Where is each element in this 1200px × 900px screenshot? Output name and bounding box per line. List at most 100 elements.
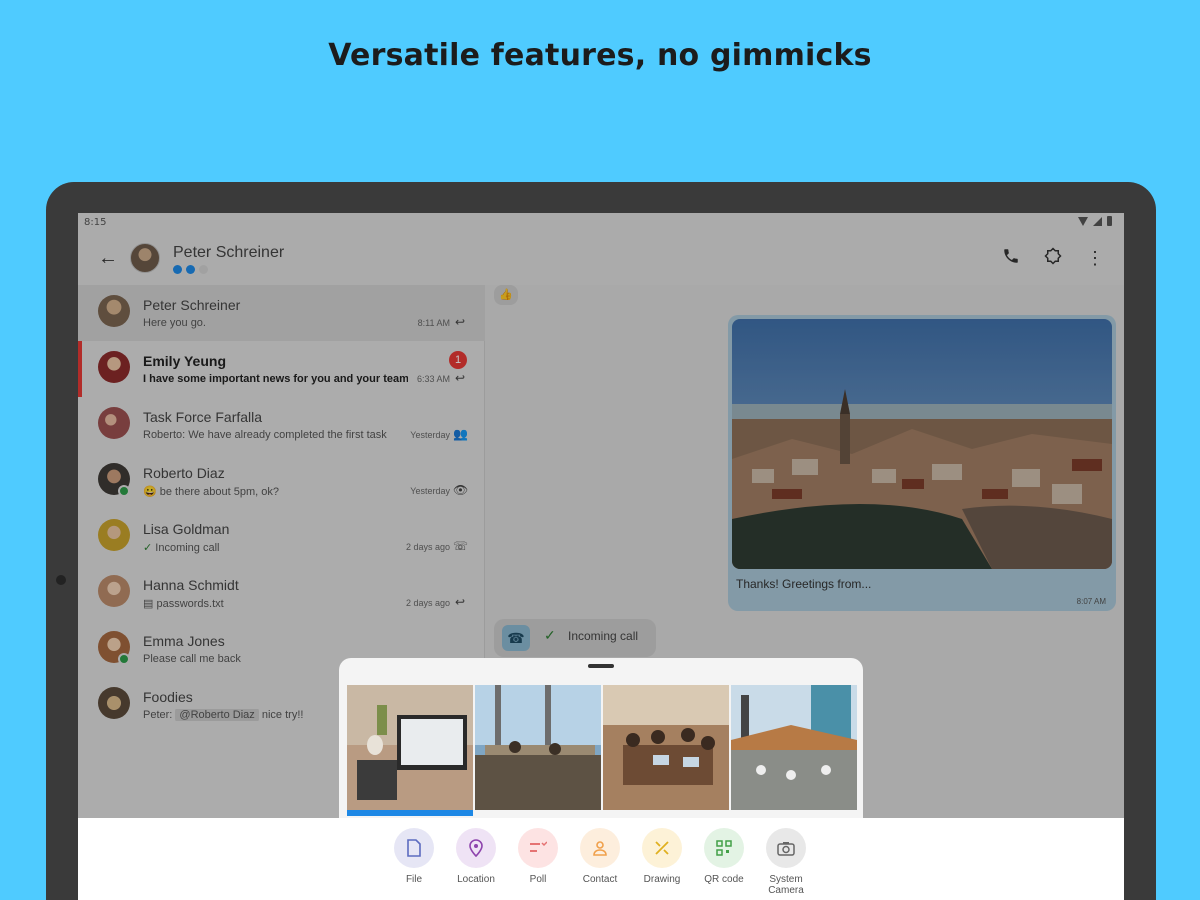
conversation-name: Lisa Goldman xyxy=(143,521,230,537)
list-item[interactable]: Task Force Farfalla Roberto: We have alr… xyxy=(78,397,485,453)
security-badge-icon[interactable] xyxy=(1042,247,1064,269)
conversation-time: Yesterday xyxy=(410,486,450,496)
drag-handle[interactable] xyxy=(588,664,614,668)
image-caption: Thanks! Greetings from... xyxy=(736,577,872,591)
status-bar: 8:15 xyxy=(78,213,1124,233)
emoji-icon: 😀 xyxy=(143,486,157,498)
attach-poll-button[interactable]: Poll xyxy=(507,828,569,885)
avatar[interactable] xyxy=(130,243,160,273)
conversation-name: Emma Jones xyxy=(143,633,225,649)
status-time: 8:15 xyxy=(84,217,107,228)
app-bar: ← Peter Schreiner ⋮ xyxy=(78,233,1124,285)
conversation-snippet: ✓ Incoming call xyxy=(143,541,219,554)
snippet-sender: Peter: xyxy=(143,709,173,721)
conversation-name: Peter Schreiner xyxy=(143,297,241,313)
message-time: 8:07 AM xyxy=(1076,597,1106,606)
mention-chip: @Roberto Diaz xyxy=(175,709,259,721)
group-icon: 👥 xyxy=(453,427,468,441)
drawing-icon[interactable] xyxy=(642,828,682,868)
verification-dot xyxy=(199,265,208,274)
avatar xyxy=(98,519,130,551)
qr-code-icon[interactable] xyxy=(704,828,744,868)
gallery-thumbnail[interactable] xyxy=(475,685,601,810)
battery-icon xyxy=(1107,216,1112,226)
conversation-snippet: Here you go. xyxy=(143,317,206,329)
unread-badge: 1 xyxy=(449,351,467,369)
attach-label: Contact xyxy=(582,874,618,885)
call-status-icon xyxy=(118,485,130,497)
conversation-time: 2 days ago xyxy=(405,542,450,552)
avatar xyxy=(98,575,130,607)
headline: Versatile features, no gimmicks xyxy=(328,38,872,73)
list-item[interactable]: Lisa Goldman ✓ Incoming call 2 days ago … xyxy=(78,509,485,565)
conversation-snippet: Roberto: We have already completed the f… xyxy=(143,429,387,441)
reply-icon: ↩ xyxy=(454,315,466,329)
call-status-icon xyxy=(118,653,130,665)
unread-indicator xyxy=(78,341,82,397)
arrow-back-icon[interactable]: ← xyxy=(98,248,118,268)
snippet-text: passwords.txt xyxy=(156,598,224,610)
verification-dot xyxy=(186,265,195,274)
file-icon[interactable] xyxy=(394,828,434,868)
list-item[interactable]: Peter Schreiner Here you go. 8:11 AM ↩ xyxy=(78,285,485,341)
conversation-name: Hanna Schmidt xyxy=(143,577,239,593)
attach-location-button[interactable]: Location xyxy=(445,828,507,885)
avatar xyxy=(98,687,130,719)
conversation-snippet: 😀 be there about 5pm, ok? xyxy=(143,485,279,498)
attach-file-button[interactable]: File xyxy=(383,828,445,885)
attach-label: Location xyxy=(457,874,495,885)
check-icon: ✓ xyxy=(143,542,153,554)
list-item[interactable]: Emily Yeung I have some important news f… xyxy=(78,341,485,397)
gallery-thumbnail[interactable] xyxy=(603,685,729,810)
conversation-name: Foodies xyxy=(143,689,193,705)
location-pin-icon[interactable] xyxy=(456,828,496,868)
gallery-thumbnail[interactable] xyxy=(347,685,473,810)
conversation-snippet: I have some important news for you and y… xyxy=(143,373,408,385)
snippet-text: be there about 5pm, ok? xyxy=(159,486,280,498)
contact-name[interactable]: Peter Schreiner xyxy=(173,244,284,262)
wifi-icon xyxy=(1078,216,1088,226)
reply-icon: ↩ xyxy=(454,595,466,609)
poll-icon[interactable] xyxy=(518,828,558,868)
camera-icon[interactable] xyxy=(766,828,806,868)
avatar xyxy=(98,407,130,439)
image-message[interactable]: Thanks! Greetings from... 8:07 AM xyxy=(728,315,1116,611)
attach-label: Poll xyxy=(529,874,547,885)
gallery-thumbnail[interactable] xyxy=(731,685,857,810)
conversation-name: Task Force Farfalla xyxy=(143,409,263,425)
more-vert-icon[interactable]: ⋮ xyxy=(1084,247,1106,269)
avatar xyxy=(98,351,130,383)
conversation-name: Emily Yeung xyxy=(143,353,226,369)
snippet-text: nice try!! xyxy=(261,709,304,721)
phone-call-icon[interactable] xyxy=(1000,247,1022,269)
reply-icon: ↩ xyxy=(454,371,466,385)
verification-dot xyxy=(173,265,182,274)
call-message[interactable]: ☎ ✓ Incoming call xyxy=(494,619,656,657)
contact-icon[interactable] xyxy=(580,828,620,868)
snippet-text: Incoming call xyxy=(155,542,220,554)
conversation-name: Roberto Diaz xyxy=(143,465,225,481)
selection-indicator xyxy=(347,810,473,816)
attach-label: Drawing xyxy=(643,874,681,885)
media-picker-sheet xyxy=(339,658,863,828)
attach-label: QR code xyxy=(704,874,744,885)
call-text: Incoming call xyxy=(568,629,639,643)
attach-camera-button[interactable]: System Camera xyxy=(755,828,817,896)
camera-dot xyxy=(56,575,66,585)
list-item[interactable]: Hanna Schmidt ▤ passwords.txt 2 days ago… xyxy=(78,565,485,621)
verification-level xyxy=(173,265,208,274)
conversation-time: 2 days ago xyxy=(405,598,450,608)
attach-qr-button[interactable]: QR code xyxy=(693,828,755,885)
city-photo[interactable] xyxy=(732,319,1112,569)
reaction-bubble[interactable]: 👍 xyxy=(494,285,518,305)
attach-contact-button[interactable]: Contact xyxy=(569,828,631,885)
signal-icon xyxy=(1093,216,1102,226)
check-icon: ✓ xyxy=(544,627,556,643)
eye-icon: 👁 xyxy=(453,483,469,497)
avatar xyxy=(98,295,130,327)
attach-label: System Camera xyxy=(768,874,804,896)
phone-call-icon[interactable]: ☎ xyxy=(502,625,530,651)
phone-icon: ☏ xyxy=(453,539,469,553)
attach-drawing-button[interactable]: Drawing xyxy=(631,828,693,885)
list-item[interactable]: Roberto Diaz 😀 be there about 5pm, ok? Y… xyxy=(78,453,485,509)
